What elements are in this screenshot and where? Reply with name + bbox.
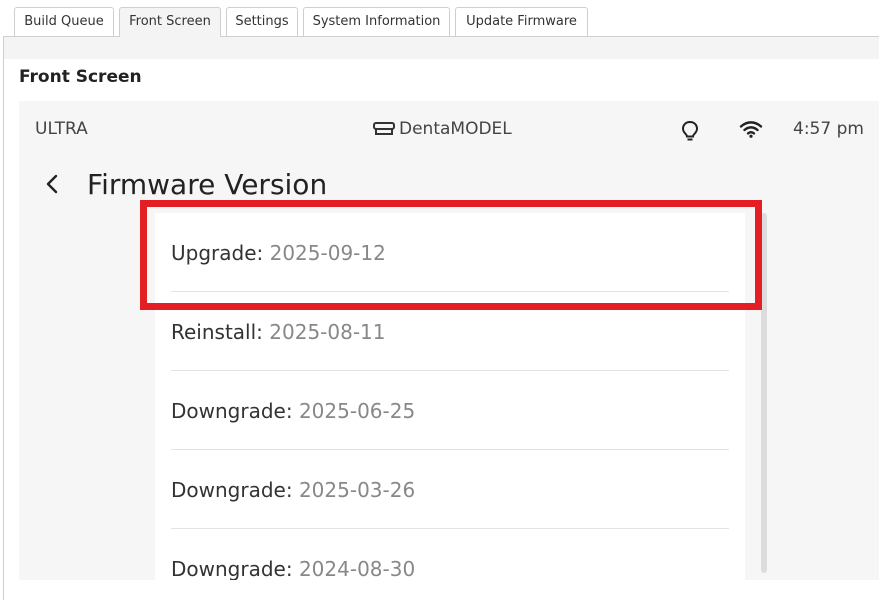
- device-model-label: ULTRA: [35, 119, 88, 139]
- list-item-date: 2025-03-26: [298, 478, 416, 502]
- list-item-label: Downgrade: 2025-06-25: [171, 399, 415, 423]
- scrollbar-thumb[interactable]: [761, 213, 767, 573]
- front-screen-preview: ULTRA DentaMODEL 4:57 pm Firmware Versio…: [19, 101, 879, 580]
- tab-settings[interactable]: Settings: [226, 7, 298, 36]
- list-item-date: 2025-08-11: [269, 320, 386, 344]
- tab-update-firmware[interactable]: Update Firmware: [455, 7, 588, 36]
- list-item-date: 2025-09-12: [269, 241, 386, 265]
- wifi-icon[interactable]: [739, 120, 763, 138]
- tab-build-queue[interactable]: Build Queue: [14, 7, 114, 36]
- firmware-option-downgrade-2[interactable]: Downgrade: 2025-03-26: [171, 450, 729, 529]
- list-item-label: Downgrade: 2024-08-30: [171, 557, 415, 580]
- list-item-action: Downgrade:: [171, 478, 293, 502]
- list-item-action: Downgrade:: [171, 399, 293, 423]
- firmware-option-upgrade[interactable]: Upgrade: 2025-09-12: [171, 213, 729, 292]
- list-item-date: 2024-08-30: [298, 557, 416, 580]
- chevron-left-icon[interactable]: [44, 173, 60, 195]
- brand-name: DentaMODEL: [399, 119, 512, 139]
- list-scrollbar[interactable]: [745, 213, 785, 580]
- list-item-action: Downgrade:: [171, 557, 293, 580]
- list-item-label: Upgrade: 2025-09-12: [171, 241, 386, 265]
- list-item-label: Reinstall: 2025-08-11: [171, 320, 386, 344]
- brand-label: DentaMODEL: [373, 119, 512, 139]
- printer-icon: [373, 122, 395, 135]
- list-item-label: Downgrade: 2025-03-26: [171, 478, 415, 502]
- firmware-option-reinstall[interactable]: Reinstall: 2025-08-11: [171, 292, 729, 371]
- tab-front-screen[interactable]: Front Screen: [119, 7, 221, 37]
- list-item-date: 2025-06-25: [298, 399, 416, 423]
- light-bulb-icon[interactable]: [681, 120, 699, 142]
- firmware-version-list: Upgrade: 2025-09-12 Reinstall: 2025-08-1…: [155, 213, 745, 580]
- list-item-action: Reinstall:: [171, 320, 263, 344]
- firmware-option-downgrade-1[interactable]: Downgrade: 2025-06-25: [171, 371, 729, 450]
- clock-time: 4:57 pm: [793, 119, 864, 139]
- section-title: Front Screen: [19, 67, 142, 87]
- firmware-option-downgrade-3[interactable]: Downgrade: 2024-08-30: [171, 529, 729, 580]
- screen-title: Firmware Version: [87, 168, 328, 201]
- tab-system-information[interactable]: System Information: [303, 7, 450, 36]
- list-item-action: Upgrade:: [171, 241, 264, 265]
- tab-bar: Build Queue Front Screen Settings System…: [0, 0, 879, 37]
